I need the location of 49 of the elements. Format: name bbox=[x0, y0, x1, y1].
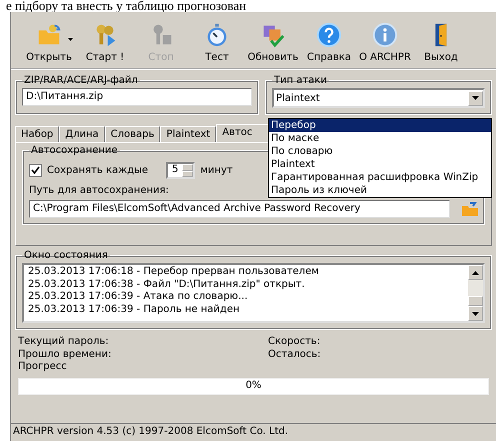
file-field[interactable]: D:\Питання.zip bbox=[22, 88, 252, 106]
log-line: 25.03.2013 17:06:38 - Файл "D:\Питання.zip" открыт. bbox=[28, 278, 306, 291]
group-title: ZIP/RAR/ACE/ARJ-файл bbox=[23, 75, 139, 86]
scroll-up-button[interactable] bbox=[468, 265, 483, 280]
info-icon bbox=[372, 22, 398, 48]
dropdown-option[interactable]: Plaintext bbox=[269, 158, 491, 171]
tab[interactable]: Словарь bbox=[104, 126, 160, 142]
tab[interactable]: Набор bbox=[15, 126, 60, 142]
dropdown-option[interactable]: Перебор bbox=[269, 119, 491, 132]
progress-reading: 0% bbox=[244, 380, 262, 390]
scroll-down-button[interactable] bbox=[468, 306, 483, 321]
info-label: Прогресс bbox=[18, 361, 68, 374]
path-label: Путь для автосохранения: bbox=[29, 185, 169, 196]
down-arrow-icon bbox=[472, 312, 479, 316]
toolbar-button[interactable]: Справка bbox=[301, 12, 357, 68]
tab[interactable]: Plaintext bbox=[160, 126, 216, 142]
folder-icon[interactable] bbox=[462, 202, 478, 216]
dropdown-option[interactable]: По словарю bbox=[269, 145, 491, 158]
checkbox[interactable] bbox=[29, 164, 42, 177]
toolbar-button[interactable]: Открыть bbox=[21, 12, 77, 68]
help-icon bbox=[316, 22, 342, 48]
tab[interactable]: Длина bbox=[59, 126, 105, 142]
caret-icon bbox=[472, 96, 479, 100]
toolbar-button[interactable]: Выход bbox=[413, 12, 469, 68]
info-label: Прошло времени: bbox=[18, 348, 112, 361]
caret-icon[interactable] bbox=[68, 38, 73, 41]
toolbar-button[interactable]: Тест bbox=[189, 12, 245, 68]
group-title: Окно состояния bbox=[23, 250, 109, 261]
info-label: Текущий пароль: bbox=[18, 336, 110, 348]
dropdown-option[interactable]: Гарантированная расшифровка WinZip bbox=[269, 171, 491, 184]
log-line: 25.03.2013 17:06:39 - Атака по словарю... bbox=[28, 291, 249, 304]
toolbar-button[interactable]: Старт ! bbox=[77, 12, 133, 68]
log-line: 25.03.2013 17:06:39 - Пароль не найден bbox=[28, 304, 241, 316]
log-line: 25.03.2013 17:06:18 - Перебор прерван пользователем bbox=[28, 266, 320, 278]
toolbar-button[interactable]: Обновить bbox=[245, 12, 301, 68]
unit-label: минут bbox=[200, 165, 233, 176]
status-bar: ARCHPR version 4.53 (c) 1997-2008 ElcomSoft Co. Ltd. bbox=[11, 423, 496, 441]
group-title: Тип атаки bbox=[273, 75, 328, 86]
info-label: Осталось: bbox=[268, 348, 322, 361]
attack-type-dropdown[interactable]: Plaintext bbox=[272, 88, 485, 108]
scroll-thumb[interactable] bbox=[468, 296, 483, 306]
info-label: Скорость: bbox=[268, 336, 322, 348]
group-title: Автосохранение bbox=[30, 145, 119, 156]
toolbar-button[interactable]: О ARCHPR bbox=[357, 12, 413, 68]
path-field[interactable]: C:\Program Files\ElcomSoft\Advanced Archive Password Recovery bbox=[29, 200, 450, 218]
checkbox-label: Сохранять каждые bbox=[47, 165, 150, 176]
dropdown-option[interactable]: Пароль из ключей bbox=[269, 184, 491, 197]
up-arrow-icon bbox=[472, 270, 479, 274]
interval-spinner[interactable]: 5 bbox=[166, 162, 196, 179]
